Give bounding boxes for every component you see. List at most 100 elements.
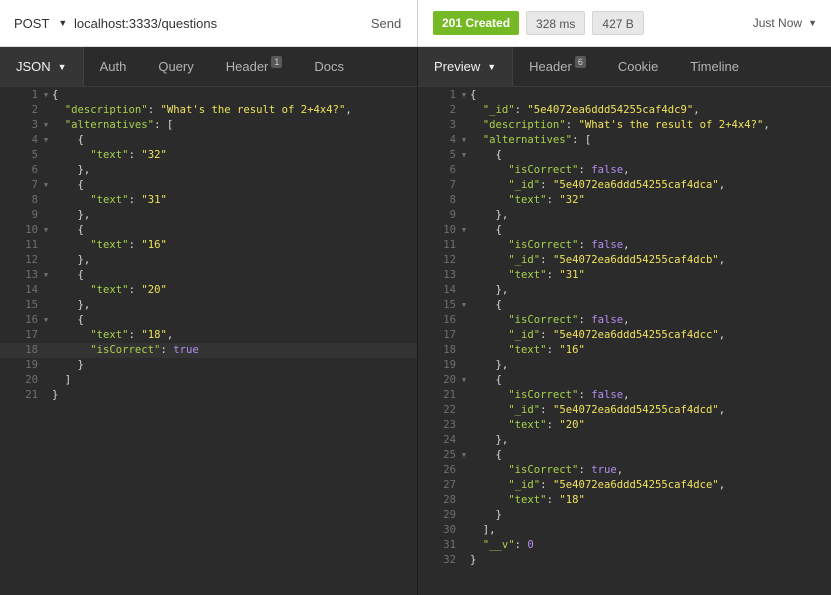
code-token: , [623,239,630,251]
code-text: "text": "16" [470,343,585,358]
code-text: "_id": "5e4072ea6ddd54255caf4dca", [470,178,725,193]
code-text: "description": "What's the result of 2+4… [470,118,770,133]
response-tab-cookie[interactable]: Cookie [602,47,674,86]
fold-toggle-icon[interactable]: ▼ [458,373,470,388]
code-line: 10 ▼ { [0,223,417,238]
request-body-editor[interactable]: 1 ▼{2 "description": "What's the result o… [0,88,417,595]
tab-label: Preview [434,59,481,74]
send-button[interactable]: Send [355,16,417,31]
request-tab-docs[interactable]: Docs [298,47,360,86]
line-number: 24 [443,434,456,446]
code-token: , [718,479,726,491]
line-number: 23 [443,419,456,431]
code-token: : [160,344,174,356]
line-number: 29 [443,509,456,521]
code-token: { [52,134,84,146]
fold-toggle-icon[interactable]: ▼ [40,313,52,328]
code-text: "_id": "5e4072ea6ddd54255caf4dcc", [470,328,725,343]
request-tab-auth[interactable]: Auth [84,47,143,86]
fold-toggle-icon[interactable]: ▼ [40,178,52,193]
code-token: : [128,194,142,206]
fold-toggle-icon[interactable]: ▼ [458,298,470,313]
code-token: { [470,149,502,161]
fold-toggle-icon[interactable]: ▼ [40,268,52,283]
fold-toggle-icon[interactable]: ▼ [40,88,52,103]
line-number: 12 [25,254,38,266]
code-text: { [52,223,84,238]
code-line: 15 ▼ { [418,298,831,313]
request-tab-json[interactable]: JSON ▼ [0,47,84,86]
code-token: { [470,224,502,236]
code-token: } [470,509,502,521]
line-number: 2 [31,104,38,116]
code-token: false [591,314,624,326]
fold-toggle-icon[interactable]: ▼ [458,148,470,163]
history-dropdown[interactable]: Just Now ▼ [753,16,817,30]
method-dropdown[interactable]: POST ▼ [0,16,74,31]
code-line: 24 }, [418,433,831,448]
response-tabs: Preview ▼ Header 6 Cookie Timeline [418,47,831,87]
fold-toggle-icon[interactable]: ▼ [458,223,470,238]
code-line: 32} [418,553,831,568]
code-token: ] [52,374,72,386]
code-line: 8 "text": "32" [418,193,831,208]
code-text: }, [52,298,91,313]
request-tab-query[interactable]: Query [142,47,209,86]
code-text: "_id": "5e4072ea6ddd54255caf4dcd", [470,403,725,418]
line-number: 4 [31,134,38,146]
response-tab-preview[interactable]: Preview ▼ [418,47,514,86]
code-text: }, [470,208,509,223]
code-token: "32" [559,194,585,206]
line-number: 12 [443,254,456,266]
line-number: 16 [443,314,456,326]
request-tab-header[interactable]: Header 1 [210,47,299,86]
code-text: "isCorrect": false, [470,238,630,253]
fold-toggle-icon[interactable]: ▼ [458,133,470,148]
line-number: 19 [25,359,38,371]
code-text: { [470,373,502,388]
code-line: 31 "__v": 0 [418,538,831,553]
line-number: 26 [443,464,456,476]
fold-toggle-icon[interactable]: ▼ [458,88,470,103]
code-line: 15 }, [0,298,417,313]
line-number: 22 [443,404,456,416]
line-number: 19 [443,359,456,371]
code-token: "32" [141,149,167,161]
url-input[interactable]: localhost:3333/questions [74,16,355,31]
code-token: { [52,314,84,326]
status-badge: 201 Created [433,11,520,35]
code-text: { [470,448,502,463]
fold-toggle-icon[interactable]: ▼ [40,223,52,238]
code-token: , [718,179,726,191]
response-tab-header[interactable]: Header 6 [513,47,602,86]
fold-toggle-icon[interactable]: ▼ [458,448,470,463]
fold-toggle-icon[interactable]: ▼ [40,133,52,148]
response-size: 427 B [592,11,644,35]
line-number: 7 [31,179,38,191]
code-text: "isCorrect": false, [470,388,629,403]
code-line: 14 "text": "20" [0,283,417,298]
code-text: "text": "20" [52,283,167,298]
code-line: 2 "description": "What's the result of 2… [0,103,417,118]
code-text: { [52,133,84,148]
line-number: 17 [25,329,38,341]
fold-toggle-icon[interactable]: ▼ [40,118,52,133]
code-token: "5e4072ea6ddd54255caf4dcd" [552,404,719,416]
code-token: }, [52,254,91,266]
line-number: 20 [443,374,456,386]
response-tab-timeline[interactable]: Timeline [674,47,755,86]
